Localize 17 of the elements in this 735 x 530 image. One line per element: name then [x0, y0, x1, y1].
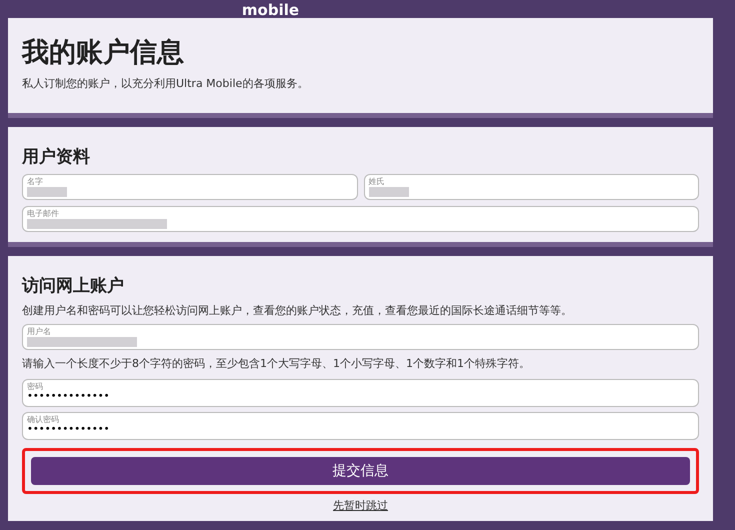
page-title: 我的账户信息 [22, 36, 185, 70]
description-text: 创建用户名和密码可以让您轻松访问网上账户，查看您的账户状态，充值，查看您最近的国际长途通话细节等等。 [22, 303, 573, 318]
password-field[interactable]: 密码 •••••••••••••• [22, 379, 699, 407]
section-title: 用户资料 [22, 146, 91, 168]
input-field[interactable]: 用户名 [22, 324, 699, 350]
input-field[interactable]: 电子邮件 [22, 206, 699, 232]
page-subtitle: 私人订制您的账户，以充分利用Ultra Mobile的各项服务。 [22, 76, 310, 91]
blurred-value [27, 187, 67, 197]
logo-text: mobile [242, 2, 300, 18]
password-hint: 请输入一个长度不少于8个字符的密码，至少包含1个大写字母、1个小写字母、1个数字和1个特殊字符。 [22, 356, 531, 371]
blurred-value [368, 187, 408, 197]
input-field[interactable]: 名字 [22, 174, 358, 200]
skip-link[interactable]: 先暂时跳过 [333, 498, 388, 513]
section-title: 访问网上账户 [22, 275, 125, 297]
submit-button[interactable]: 提交信息 [31, 457, 690, 485]
password-field[interactable]: 确认密码 •••••••••••••• [22, 412, 699, 440]
input-field[interactable]: 姓氏 [364, 174, 699, 200]
